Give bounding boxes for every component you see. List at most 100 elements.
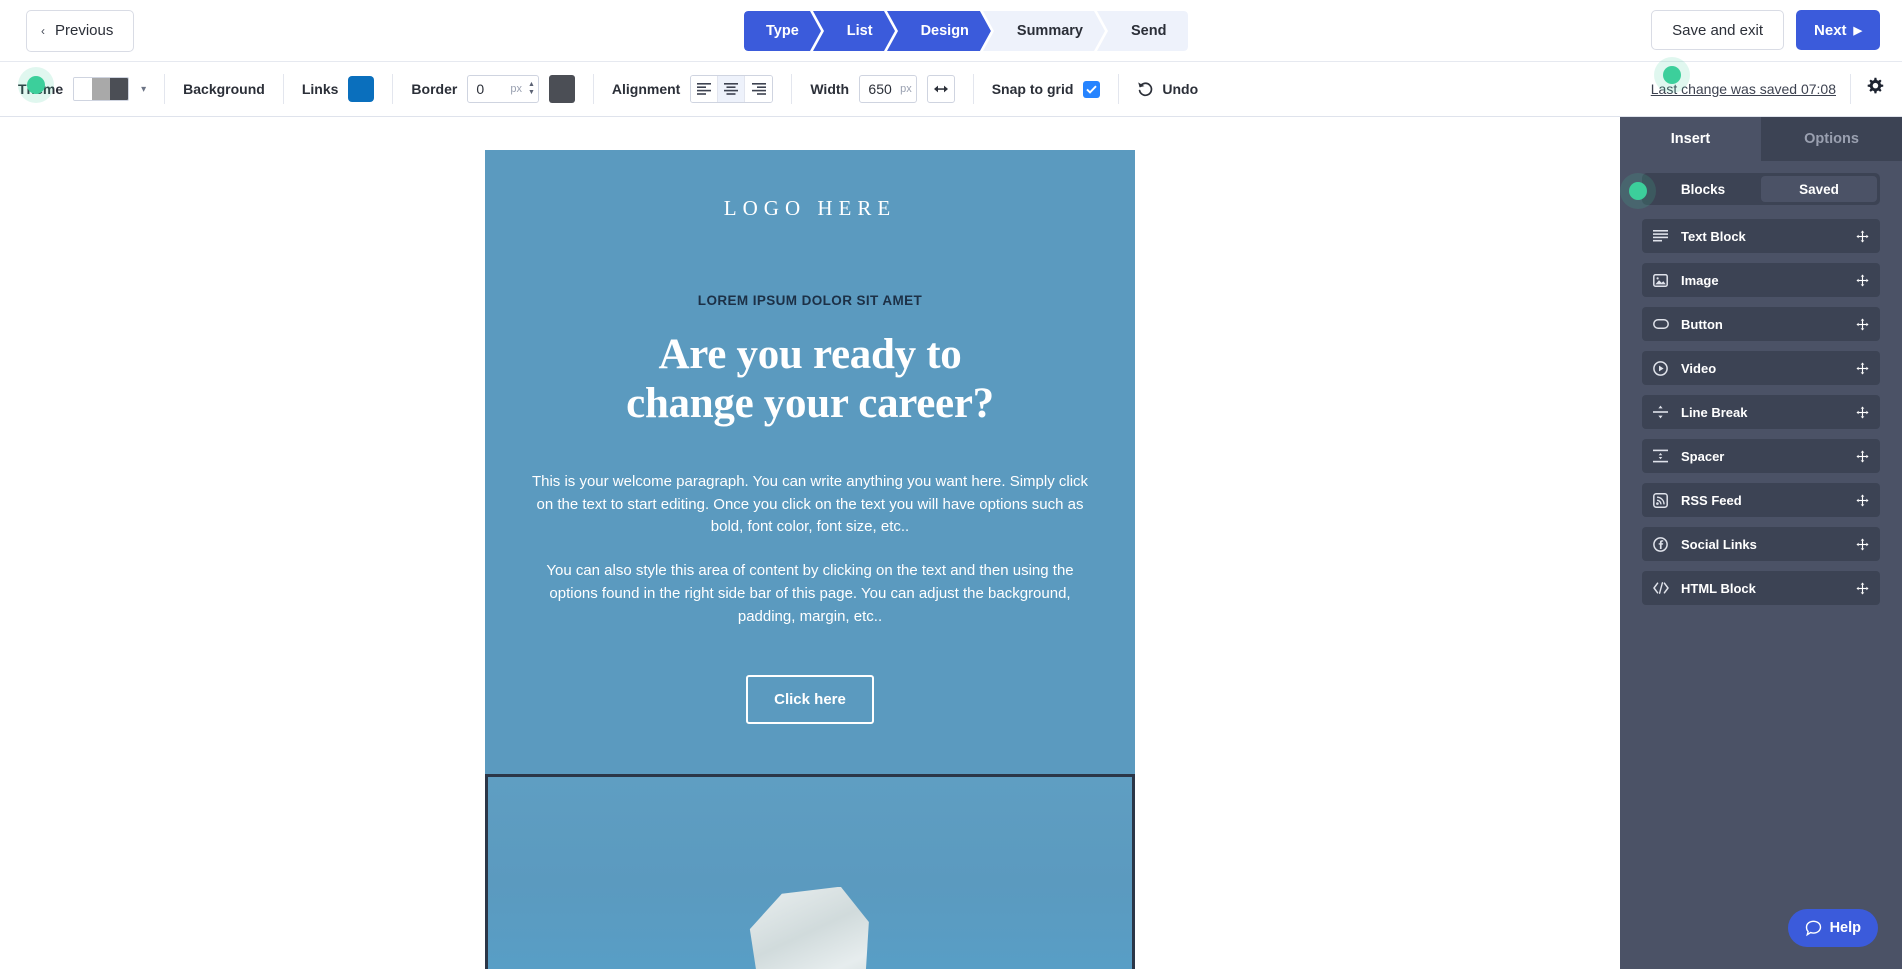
links-color-swatch[interactable] [348, 76, 375, 102]
previous-button-label: Previous [55, 22, 114, 39]
help-button-label: Help [1829, 920, 1861, 936]
save-and-exit-button[interactable]: Save and exit [1651, 10, 1785, 50]
drag-handle-icon[interactable] [1856, 449, 1869, 463]
block-item-button[interactable]: Button [1642, 307, 1880, 341]
block-item-text-block[interactable]: Text Block [1642, 219, 1880, 253]
step-send-label: Send [1131, 23, 1167, 39]
step-summary[interactable]: Summary [990, 11, 1108, 51]
step-summary-label: Summary [1016, 23, 1083, 39]
width-input[interactable] [860, 81, 901, 97]
top-bar-actions: Save and exit Next ▶ [1651, 10, 1880, 50]
last-saved-link[interactable]: Last change was saved 07:08 [1651, 81, 1836, 97]
border-width-input[interactable] [468, 81, 509, 97]
email-canvas[interactable]: LOGO HERE LOREM IPSUM DOLOR SIT AMET Are… [0, 117, 1620, 969]
rss-icon [1653, 492, 1675, 508]
segment-saved[interactable]: Saved [1761, 176, 1877, 202]
alignment-label: Alignment [611, 81, 681, 97]
play-circle-icon [1653, 360, 1675, 376]
theme-group: Theme ▾ [0, 62, 164, 117]
spacer-icon [1653, 449, 1675, 463]
next-button[interactable]: Next ▶ [1796, 10, 1880, 50]
block-item-label: Social Links [1681, 536, 1757, 552]
drag-handle-icon[interactable] [1856, 537, 1869, 551]
align-center-icon [724, 83, 739, 95]
drag-handle-icon[interactable] [1856, 493, 1869, 507]
block-settings-button[interactable] [1132, 804, 1135, 830]
previous-button[interactable]: ‹ Previous [26, 9, 135, 52]
background-label: Background [183, 81, 265, 97]
fit-width-button[interactable] [926, 75, 955, 103]
step-type-label: Type [766, 23, 799, 39]
block-item-video[interactable]: Video [1642, 351, 1880, 385]
block-move-handle[interactable] [1132, 777, 1135, 803]
cursor-indicator-saved [1663, 66, 1681, 84]
undo-group: Undo [1119, 62, 1216, 117]
check-icon [1086, 85, 1098, 94]
theme-swatch[interactable] [73, 77, 130, 101]
photo-placeholder [749, 886, 869, 969]
border-spinner[interactable]: ▲ ▼ [528, 81, 538, 97]
drag-handle-icon[interactable] [1856, 229, 1869, 243]
email-cta-button[interactable]: Click here [746, 674, 874, 724]
divider [1132, 803, 1135, 804]
spinner-up-icon[interactable]: ▲ [528, 81, 535, 89]
width-label: Width [810, 81, 850, 97]
tab-options[interactable]: Options [1761, 117, 1902, 161]
image-icon [1653, 273, 1675, 287]
align-right-button[interactable] [745, 76, 773, 102]
cursor-indicator-theme [27, 76, 45, 94]
segment-blocks[interactable]: Blocks [1645, 176, 1761, 202]
right-panel: Insert Options Blocks Saved Text Block I… [1620, 117, 1902, 969]
chevron-down-icon[interactable]: ▾ [141, 84, 146, 95]
drag-handle-icon[interactable] [1856, 405, 1869, 419]
step-design[interactable]: Design [894, 11, 1002, 51]
align-center-button[interactable] [718, 76, 746, 102]
blocks-saved-toggle: Blocks Saved [1642, 173, 1880, 205]
email-template[interactable]: LOGO HERE LOREM IPSUM DOLOR SIT AMET Are… [485, 150, 1135, 969]
snap-to-grid-label: Snap to grid [991, 81, 1074, 97]
design-toolbar: Theme ▾ Background Links Border px ▲ ▼ A… [0, 62, 1902, 117]
text-lines-icon [1653, 230, 1675, 242]
drag-handle-icon[interactable] [1856, 317, 1869, 331]
block-item-spacer[interactable]: Spacer [1642, 439, 1880, 473]
step-design-label: Design [920, 23, 969, 39]
spinner-down-icon[interactable]: ▼ [528, 89, 535, 97]
step-type[interactable]: Type [744, 11, 824, 51]
drag-handle-icon[interactable] [1856, 273, 1869, 287]
background-group[interactable]: Background [165, 62, 283, 117]
block-item-social-links[interactable]: Social Links [1642, 527, 1880, 561]
drag-handle-icon[interactable] [1856, 581, 1869, 595]
block-item-line-break[interactable]: Line Break [1642, 395, 1880, 429]
step-send[interactable]: Send [1105, 11, 1189, 51]
email-header-block[interactable]: LOGO HERE LOREM IPSUM DOLOR SIT AMET Are… [485, 150, 1135, 774]
email-paragraph-1[interactable]: This is your welcome paragraph. You can … [525, 471, 1095, 539]
border-width-stepper[interactable]: px ▲ ▼ [467, 75, 539, 103]
step-chevron-icon [883, 11, 906, 51]
email-headline-line1: Are you ready to [658, 331, 962, 378]
settings-gear-icon[interactable] [1865, 77, 1884, 101]
block-item-image[interactable]: Image [1642, 263, 1880, 297]
panel-tabs: Insert Options [1620, 117, 1902, 161]
email-paragraph-2[interactable]: You can also style this area of content … [525, 560, 1095, 628]
email-image-block-selected[interactable] [485, 773, 1135, 969]
email-headline: Are you ready to change your career? [485, 330, 1135, 429]
drag-handle-icon[interactable] [1856, 361, 1869, 375]
block-item-label: Button [1681, 316, 1723, 332]
line-break-icon [1653, 405, 1675, 419]
block-toolbar [1132, 777, 1135, 830]
step-list[interactable]: List [820, 11, 898, 51]
email-headline-line2: change your career? [626, 380, 994, 428]
border-color-swatch[interactable] [548, 75, 575, 103]
block-item-html-block[interactable]: HTML Block [1642, 571, 1880, 605]
block-item-rss-feed[interactable]: RSS Feed [1642, 483, 1880, 517]
width-field[interactable]: px [859, 75, 917, 103]
align-left-button[interactable] [691, 76, 719, 102]
undo-button[interactable]: Undo [1137, 81, 1198, 97]
snap-to-grid-checkbox[interactable] [1083, 80, 1101, 98]
wizard-stepper: Type List Design Summary Send [744, 11, 1189, 51]
block-list: Text Block Image Button Video Line Break… [1620, 205, 1902, 605]
tab-insert[interactable]: Insert [1620, 117, 1761, 161]
border-group: Border px ▲ ▼ [393, 62, 592, 117]
help-button[interactable]: Help [1787, 909, 1878, 947]
border-unit-label: px [510, 83, 522, 95]
